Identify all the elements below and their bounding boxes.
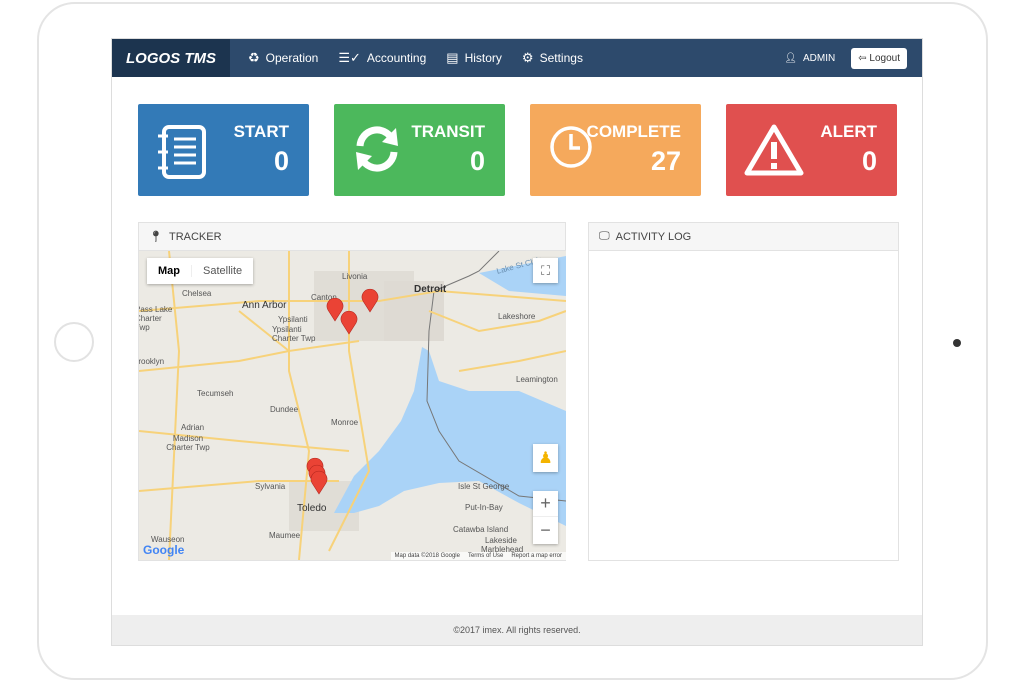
warning-icon (744, 124, 804, 176)
nav-label: Settings (539, 51, 583, 65)
zoom-control: + − (533, 491, 558, 544)
footer: ©2017 imex. All rights reserved. (112, 615, 922, 645)
nav-label: Operation (265, 51, 319, 65)
camera (953, 339, 961, 347)
nav-label: Accounting (366, 51, 427, 65)
alert-card[interactable]: ALERT 0 (726, 104, 897, 196)
ledger-check-icon: ☰✓ (338, 50, 361, 65)
fullscreen-button[interactable]: ⛶ (533, 258, 558, 283)
nav-operation[interactable]: ♻ Operation (248, 50, 318, 66)
zoom-in-button[interactable]: + (533, 491, 558, 517)
map-type-map[interactable]: Map (147, 265, 191, 277)
panel-title: TRACKER (168, 230, 222, 243)
pegman-icon: ♟ (538, 450, 553, 467)
card-value: 0 (861, 146, 877, 176)
copyright: ©2017 imex. All rights reserved. (453, 625, 581, 635)
card-title: ALERT (820, 122, 877, 141)
start-card[interactable]: START 0 (138, 104, 309, 196)
map-pin-icon: 📍︎ (149, 231, 163, 243)
gear-icon: ⚙ (521, 50, 534, 65)
map-type-satellite[interactable]: Satellite (191, 265, 253, 277)
nav-accounting[interactable]: ☰✓ Accounting (338, 50, 426, 66)
google-logo: Google (143, 543, 185, 557)
recycle-icon: ♻ (248, 50, 260, 65)
notebook-icon (158, 125, 206, 179)
report-error-link[interactable]: Report a map error (511, 553, 562, 559)
map-type-control: Map Satellite (147, 258, 254, 284)
panel-title: ACTIVITY LOG (615, 230, 692, 243)
tracker-panel: 📍︎ TRACKER Livonia Detroit Ann Arbor Che… (138, 222, 566, 561)
card-value: 0 (469, 146, 485, 176)
complete-card[interactable]: COMPLETE 27 (530, 104, 701, 196)
activity-header: 🖵︎ ACTIVITY LOG (589, 223, 898, 251)
map-marker (361, 288, 379, 313)
fullscreen-icon: ⛶ (540, 262, 551, 278)
refresh-icon (356, 126, 398, 172)
home-button (54, 322, 94, 362)
card-title: START (233, 122, 289, 141)
user-icon: 👤︎ (784, 52, 797, 64)
map-marker (340, 310, 358, 335)
nav-label: History (464, 51, 502, 65)
nav-settings[interactable]: ⚙ Settings (522, 50, 583, 66)
logout-button[interactable]: ⇦ Logout (851, 47, 907, 69)
attribution-text: Map data ©2018 Google (394, 553, 460, 559)
username[interactable]: ADMIN (803, 53, 835, 64)
navbar: LOGOS TMS ♻ Operation ☰✓ Accounting ▤ Histo… (112, 39, 922, 77)
zoom-out-button[interactable]: − (533, 517, 558, 543)
map-marker (310, 470, 328, 495)
tracker-header: 📍︎ TRACKER (139, 223, 565, 251)
monitor-icon: 🖵︎ (599, 230, 610, 242)
terms-link[interactable]: Terms of Use (468, 553, 503, 559)
card-title: COMPLETE (586, 122, 681, 141)
map-marker (326, 297, 344, 322)
card-title: TRANSIT (411, 122, 485, 141)
card-value: 27 (650, 146, 681, 176)
clipboard-icon: ▤ (446, 50, 459, 65)
map-attribution: Map data ©2018 Google Terms of Use Repor… (390, 552, 566, 560)
nav-history[interactable]: ▤ History (446, 50, 502, 66)
activity-log-panel: 🖵︎ ACTIVITY LOG (588, 222, 899, 561)
transit-card[interactable]: TRANSIT 0 (334, 104, 505, 196)
pegman-button[interactable]: ♟ (533, 444, 558, 472)
brand-logo[interactable]: LOGOS TMS (112, 39, 230, 77)
logout-label: Logout (869, 52, 900, 64)
app-screen: LOGOS TMS ♻ Operation ☰✓ Accounting ▤ Histo… (111, 38, 923, 646)
map-markers (306, 288, 379, 495)
card-value: 0 (273, 146, 289, 176)
tracker-map[interactable]: Livonia Detroit Ann Arbor Chelsea Canton… (139, 251, 566, 560)
logout-icon: ⇦ (858, 52, 867, 64)
